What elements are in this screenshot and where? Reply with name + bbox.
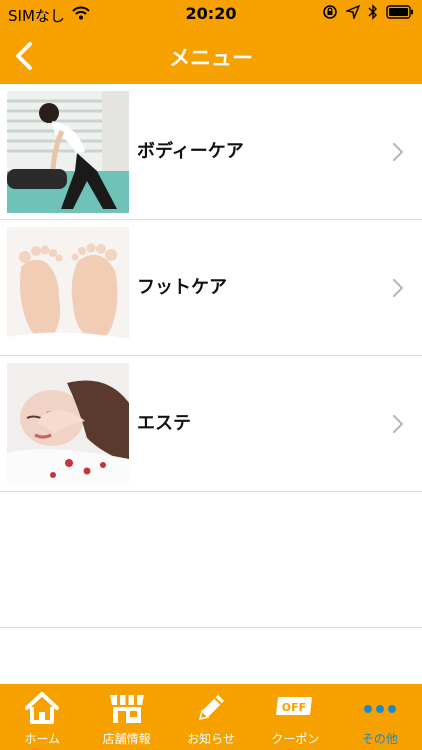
status-icons	[322, 4, 414, 24]
menu-item-esthetic[interactable]: エステ	[0, 356, 422, 492]
menu-list: ボディーケア フットケア エステ	[0, 84, 422, 628]
menu-item-label: ボディーケア	[137, 141, 244, 162]
chevron-right-icon	[392, 414, 404, 438]
battery-icon	[386, 5, 414, 23]
tab-more[interactable]: その他	[338, 684, 422, 750]
tab-coupon[interactable]: OFF クーポン	[253, 684, 337, 750]
tab-home[interactable]: ホーム	[0, 684, 84, 750]
page-title: メニュー	[169, 46, 253, 70]
coupon-off-icon: OFF	[275, 691, 315, 725]
tab-label: クーポン	[271, 732, 320, 746]
store-icon	[108, 691, 146, 729]
bluetooth-icon	[368, 4, 378, 24]
foot-care-photo	[7, 227, 129, 349]
tab-label: ホーム	[24, 732, 61, 746]
menu-item-body-care[interactable]: ボディーケア	[0, 84, 422, 220]
tab-bar: ホーム 店舗情報 お知らせ OFF クーポン その他	[0, 684, 422, 750]
tab-news[interactable]: お知らせ	[169, 684, 253, 750]
menu-item-foot-care[interactable]: フットケア	[0, 220, 422, 356]
home-icon	[24, 691, 60, 729]
chevron-right-icon	[392, 142, 404, 166]
status-bar: SIMなし 20:20	[0, 0, 422, 28]
rotation-lock-icon	[322, 4, 338, 24]
tab-label: その他	[361, 732, 398, 746]
esthetic-photo	[7, 363, 129, 485]
tab-store-info[interactable]: 店舗情報	[84, 684, 168, 750]
navigation-bar: メニュー	[0, 28, 422, 84]
more-dots-icon	[360, 691, 400, 725]
chevron-right-icon	[392, 278, 404, 302]
tab-label: 店舗情報	[102, 732, 151, 746]
svg-text:OFF: OFF	[282, 701, 306, 714]
menu-item-label: フットケア	[137, 277, 227, 298]
tab-label: お知らせ	[187, 732, 235, 746]
pencil-icon	[194, 691, 228, 729]
body-care-photo	[7, 91, 129, 213]
location-icon	[344, 4, 361, 23]
empty-row	[0, 492, 422, 628]
menu-item-label: エステ	[137, 413, 191, 434]
